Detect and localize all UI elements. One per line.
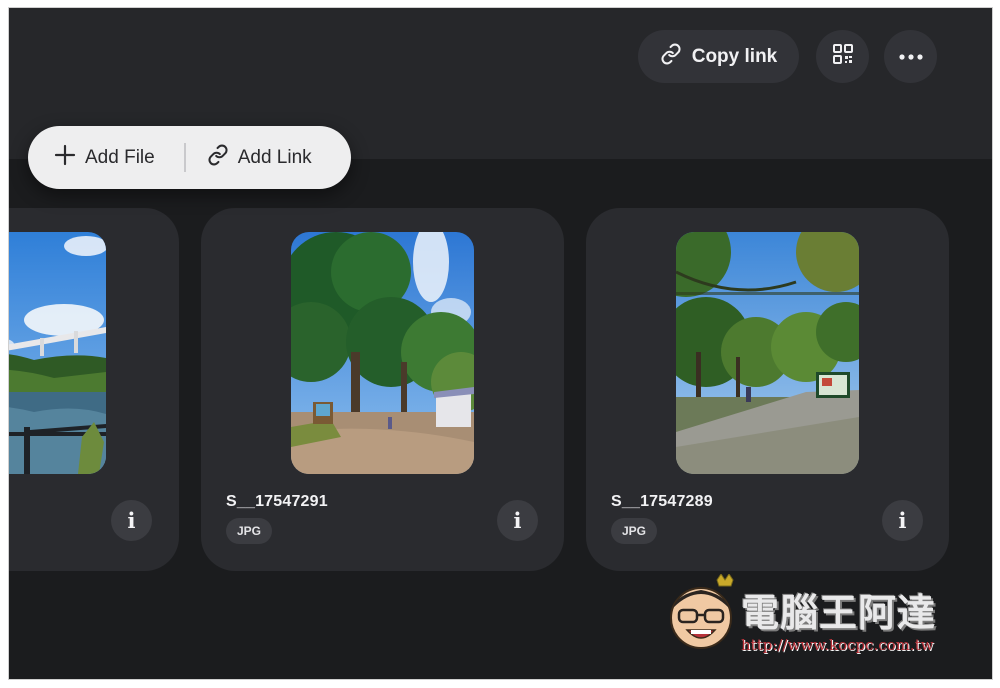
watermark-url: http://www.kocpc.com.tw — [741, 636, 934, 654]
info-button[interactable]: i — [497, 500, 538, 541]
qr-code-icon — [832, 43, 854, 70]
divider — [183, 143, 186, 172]
qr-code-button[interactable] — [816, 30, 869, 83]
add-link-label: Add Link — [237, 146, 312, 168]
file-thumbnail — [676, 232, 859, 474]
link-icon — [660, 43, 682, 71]
info-icon: i — [127, 508, 136, 533]
file-name: S__17547289 — [611, 493, 713, 510]
add-file-label: Add File — [85, 146, 155, 168]
file-name: S__17547291 — [226, 493, 328, 510]
add-link-button[interactable]: Add Link — [207, 144, 312, 172]
ellipsis-icon — [898, 48, 924, 66]
file-type-badge: JPG — [611, 518, 658, 544]
add-file-button[interactable]: Add File — [54, 144, 155, 172]
app-window: Copy link i S__17547291 JPG i S__1754728… — [8, 7, 993, 680]
plus-icon — [54, 144, 76, 172]
file-thumbnail — [291, 232, 474, 474]
info-icon: i — [513, 508, 522, 533]
add-menu: Add File Add Link — [28, 126, 351, 189]
file-type-badge: JPG — [226, 518, 273, 544]
copy-link-label: Copy link — [691, 45, 778, 67]
copy-link-button[interactable]: Copy link — [638, 30, 799, 83]
mascot-logo — [670, 574, 734, 649]
file-card[interactable]: S__17547291 JPG i — [201, 208, 564, 571]
file-thumbnail — [9, 232, 106, 474]
watermark: 電腦王阿達 http://www.kocpc.com.tw — [665, 570, 965, 660]
file-card[interactable]: i — [9, 208, 179, 571]
info-icon: i — [898, 508, 907, 533]
watermark-title: 電腦王阿達 — [741, 591, 937, 635]
info-button[interactable]: i — [882, 500, 923, 541]
file-card[interactable]: S__17547289 JPG i — [586, 208, 949, 571]
info-button[interactable]: i — [111, 500, 152, 541]
more-options-button[interactable] — [884, 30, 937, 83]
link-icon — [207, 144, 229, 172]
